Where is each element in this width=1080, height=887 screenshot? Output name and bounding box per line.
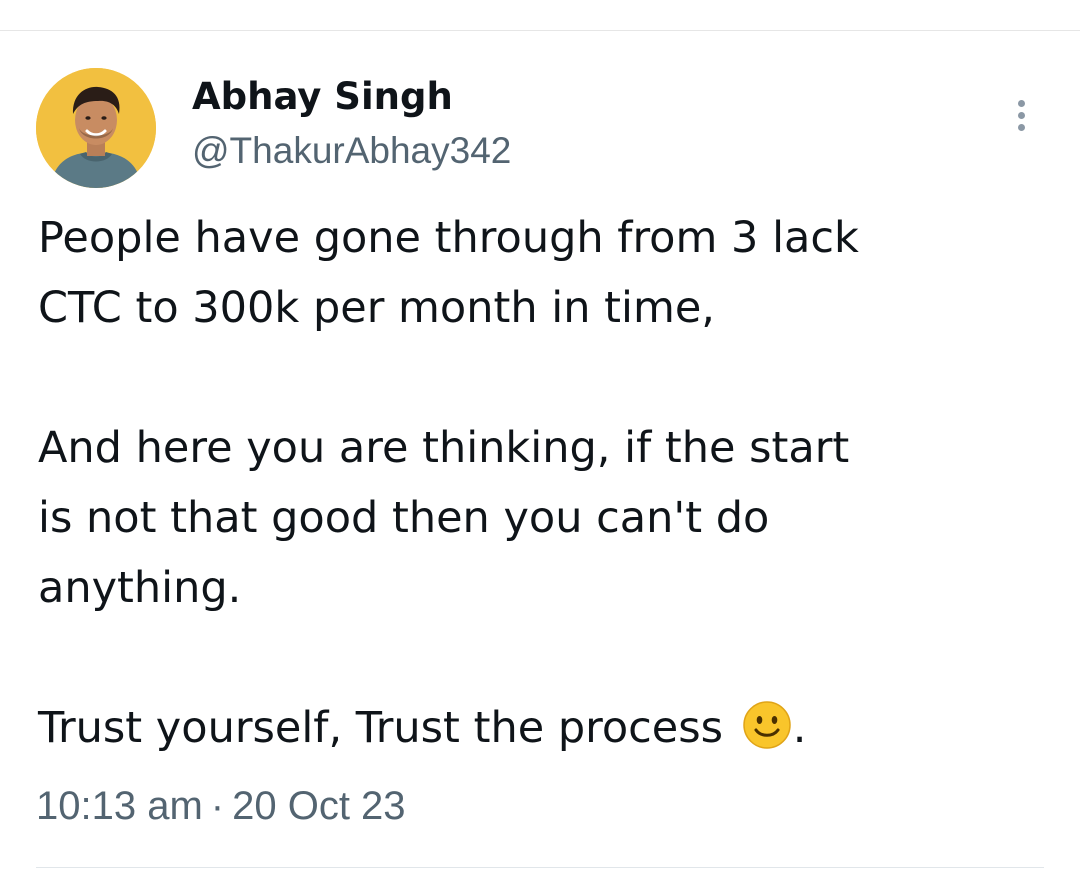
tweet-text-line: is not that good then you can't do [38,493,770,543]
more-vertical-icon [1017,99,1025,131]
meta-separator: · [210,784,225,828]
bottom-divider [36,867,1044,868]
tweet-text-line-last: Trust yourself, Trust the process . [38,693,1028,763]
author-name[interactable]: Abhay Singh [192,72,453,122]
tweet-text: People have gone through from 3 lack CTC… [38,203,1028,763]
tweet-timestamp[interactable]: 10:13 am · 20 Oct 23 [36,780,406,832]
tweet-text-line: CTC to 300k per month in time, [38,283,715,333]
more-options-button[interactable] [1004,92,1038,138]
tweet-time: 10:13 am [36,784,203,828]
top-divider [0,30,1080,31]
tweet-text-line: anything. [38,563,242,613]
avatar-photo [36,68,156,188]
tweet-text-line: And here you are thinking, if the start [38,423,850,473]
slightly-smiling-face-icon [742,701,791,749]
tweet-text-line: People have gone through from 3 lack [38,213,859,263]
author-handle[interactable]: @ThakurAbhay342 [192,126,511,176]
avatar[interactable] [36,68,156,188]
tweet-date: 20 Oct 23 [232,784,406,828]
tweet-closing-punctuation: . [792,703,807,753]
tweet-closing-text: Trust yourself, Trust the process [38,703,724,753]
